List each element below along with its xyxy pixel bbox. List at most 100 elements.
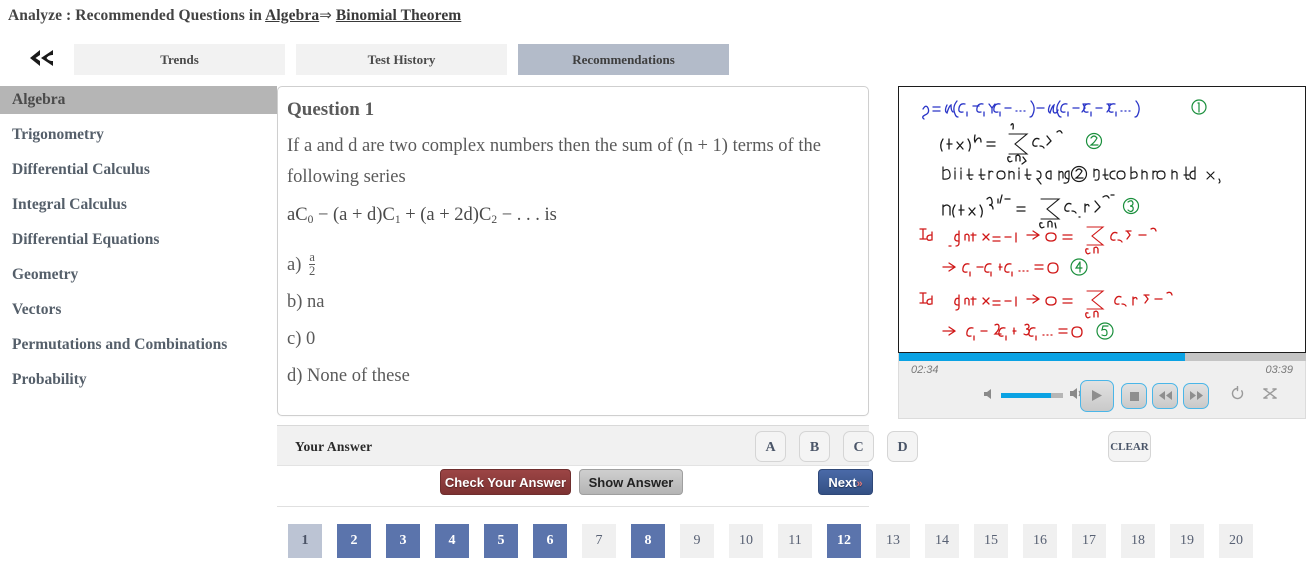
- sidebar-item-probability[interactable]: Probability: [0, 366, 277, 394]
- page-button-6[interactable]: 6: [533, 524, 567, 558]
- sidebar-item-vectors[interactable]: Vectors: [0, 296, 277, 324]
- sidebar-item-differential-calculus[interactable]: Differential Calculus: [0, 156, 277, 184]
- section-divider: [277, 506, 869, 507]
- page-button-15[interactable]: 15: [974, 524, 1008, 558]
- question-options: a) a 2 b) na c) 0 d) None of these: [287, 247, 847, 395]
- sidebar-item-trigonometry[interactable]: Trigonometry: [0, 121, 277, 149]
- question-title: Question 1: [287, 99, 375, 120]
- sidebar-item-geometry[interactable]: Geometry: [0, 261, 277, 289]
- page-button-14[interactable]: 14: [925, 524, 959, 558]
- breadcrumb-topic-link[interactable]: Binomial Theorem: [336, 7, 461, 24]
- option-b[interactable]: b) na: [287, 284, 847, 321]
- stop-button[interactable]: [1121, 383, 1147, 409]
- option-a-numerator: a: [309, 250, 315, 265]
- app-root: Analyze : Recommended Questions in Algeb…: [0, 0, 1306, 569]
- answer-choice-d-button[interactable]: D: [887, 431, 918, 462]
- page-button-13[interactable]: 13: [876, 524, 910, 558]
- your-answer-label: Your Answer: [295, 439, 373, 454]
- page-button-4[interactable]: 4: [435, 524, 469, 558]
- page-button-19[interactable]: 19: [1170, 524, 1204, 558]
- progress-bar-fill: [899, 353, 1185, 361]
- answer-choice-b-button[interactable]: B: [799, 431, 830, 462]
- whiteboard-panel: [898, 86, 1306, 353]
- page-button-2[interactable]: 2: [337, 524, 371, 558]
- page-button-20[interactable]: 20: [1219, 524, 1253, 558]
- volume-down-icon[interactable]: [983, 387, 997, 403]
- page-button-5[interactable]: 5: [484, 524, 518, 558]
- sidebar: Algebra Trigonometry Differential Calcul…: [0, 86, 277, 506]
- question-formula: aC0 − (a + d)C1 + (a + 2d)C2 − . . . is: [287, 205, 557, 226]
- speaker-low-icon: [984, 389, 991, 399]
- option-c-text: 0: [306, 329, 316, 349]
- current-time-label: 02:34: [911, 364, 939, 376]
- clear-button[interactable]: CLEAR: [1108, 431, 1151, 462]
- formula-part-2: − (a + d)C: [313, 205, 395, 225]
- option-a-key: a): [287, 255, 302, 275]
- repeat-button[interactable]: [1227, 385, 1247, 406]
- option-a-denominator: 2: [309, 264, 316, 279]
- option-a-fraction: a 2: [309, 250, 316, 279]
- sidebar-item-differential-equations[interactable]: Differential Equations: [0, 226, 277, 254]
- option-b-key: b): [287, 292, 303, 312]
- breadcrumb-subject-link[interactable]: Algebra: [265, 7, 319, 24]
- answer-choice-a-button[interactable]: A: [755, 431, 786, 462]
- page-title: Analyze : Recommended Questions in Algeb…: [8, 6, 461, 25]
- play-button[interactable]: [1080, 380, 1114, 412]
- next-chevron-icon: »: [856, 478, 863, 490]
- page-button-7[interactable]: 7: [582, 524, 616, 558]
- next-button-label: Next: [828, 475, 857, 490]
- tab-test-history[interactable]: Test History: [296, 44, 507, 75]
- show-answer-button[interactable]: Show Answer: [579, 469, 683, 495]
- question-card: Question 1 If a and d are two complex nu…: [277, 86, 869, 416]
- page-button-3[interactable]: 3: [386, 524, 420, 558]
- answer-choice-c-button[interactable]: C: [843, 431, 874, 462]
- page-button-16[interactable]: 16: [1023, 524, 1057, 558]
- page-button-9[interactable]: 9: [680, 524, 714, 558]
- option-b-text: na: [307, 292, 325, 312]
- sidebar-item-algebra[interactable]: Algebra: [0, 86, 277, 114]
- rewind-button[interactable]: [1152, 383, 1178, 409]
- question-stem: If a and d are two complex numbers then …: [287, 136, 821, 187]
- page-button-11[interactable]: 11: [778, 524, 812, 558]
- handwritten-solution-image: [919, 99, 1221, 341]
- rewind-icon: [1158, 391, 1172, 400]
- option-d[interactable]: d) None of these: [287, 358, 847, 395]
- page-button-1[interactable]: 1: [288, 524, 322, 558]
- formula-part-4: − . . . is: [497, 205, 557, 225]
- option-d-key: d): [287, 366, 303, 386]
- option-c[interactable]: c) 0: [287, 321, 847, 358]
- page-title-prefix: Analyze : Recommended Questions in: [8, 7, 266, 24]
- page-button-10[interactable]: 10: [729, 524, 763, 558]
- back-arrow-icon[interactable]: [22, 46, 64, 74]
- repeat-icon: [1231, 385, 1243, 400]
- shuffle-button[interactable]: [1260, 386, 1280, 406]
- next-button[interactable]: Next»: [818, 469, 873, 495]
- play-icon: [1092, 390, 1102, 401]
- media-player: 02:34 03:39: [898, 353, 1306, 419]
- fast-forward-button[interactable]: [1183, 383, 1209, 409]
- page-button-8[interactable]: 8: [631, 524, 665, 558]
- fast-forward-icon: [1189, 391, 1203, 400]
- player-controls: [899, 380, 1306, 412]
- double-chevron-left-icon: [30, 50, 53, 66]
- option-d-text: None of these: [307, 366, 410, 386]
- tab-bar: Trends Test History Recommendations: [0, 44, 1306, 76]
- page-button-12[interactable]: 12: [827, 524, 861, 558]
- tab-recommendations[interactable]: Recommendations: [518, 44, 729, 75]
- option-c-key: c): [287, 329, 302, 349]
- tab-trends[interactable]: Trends: [74, 44, 285, 75]
- sidebar-item-integral-calculus[interactable]: Integral Calculus: [0, 191, 277, 219]
- formula-part-3: + (a + 2d)C: [400, 205, 492, 225]
- stop-icon: [1129, 392, 1139, 401]
- progress-bar-track[interactable]: [899, 353, 1306, 361]
- breadcrumb-arrow-icon: ⇒: [319, 6, 332, 24]
- answer-bar: Your Answer A B C D CLEAR: [277, 425, 1151, 466]
- sidebar-item-permutations-and-combinations[interactable]: Permutations and Combinations: [0, 331, 277, 359]
- check-your-answer-button[interactable]: Check Your Answer: [440, 469, 571, 495]
- formula-part-1: aC: [287, 205, 308, 225]
- total-time-label: 03:39: [1265, 364, 1293, 376]
- page-button-17[interactable]: 17: [1072, 524, 1106, 558]
- page-button-18[interactable]: 18: [1121, 524, 1155, 558]
- option-a[interactable]: a) a 2: [287, 247, 847, 284]
- volume-slider-track[interactable]: [1001, 393, 1063, 398]
